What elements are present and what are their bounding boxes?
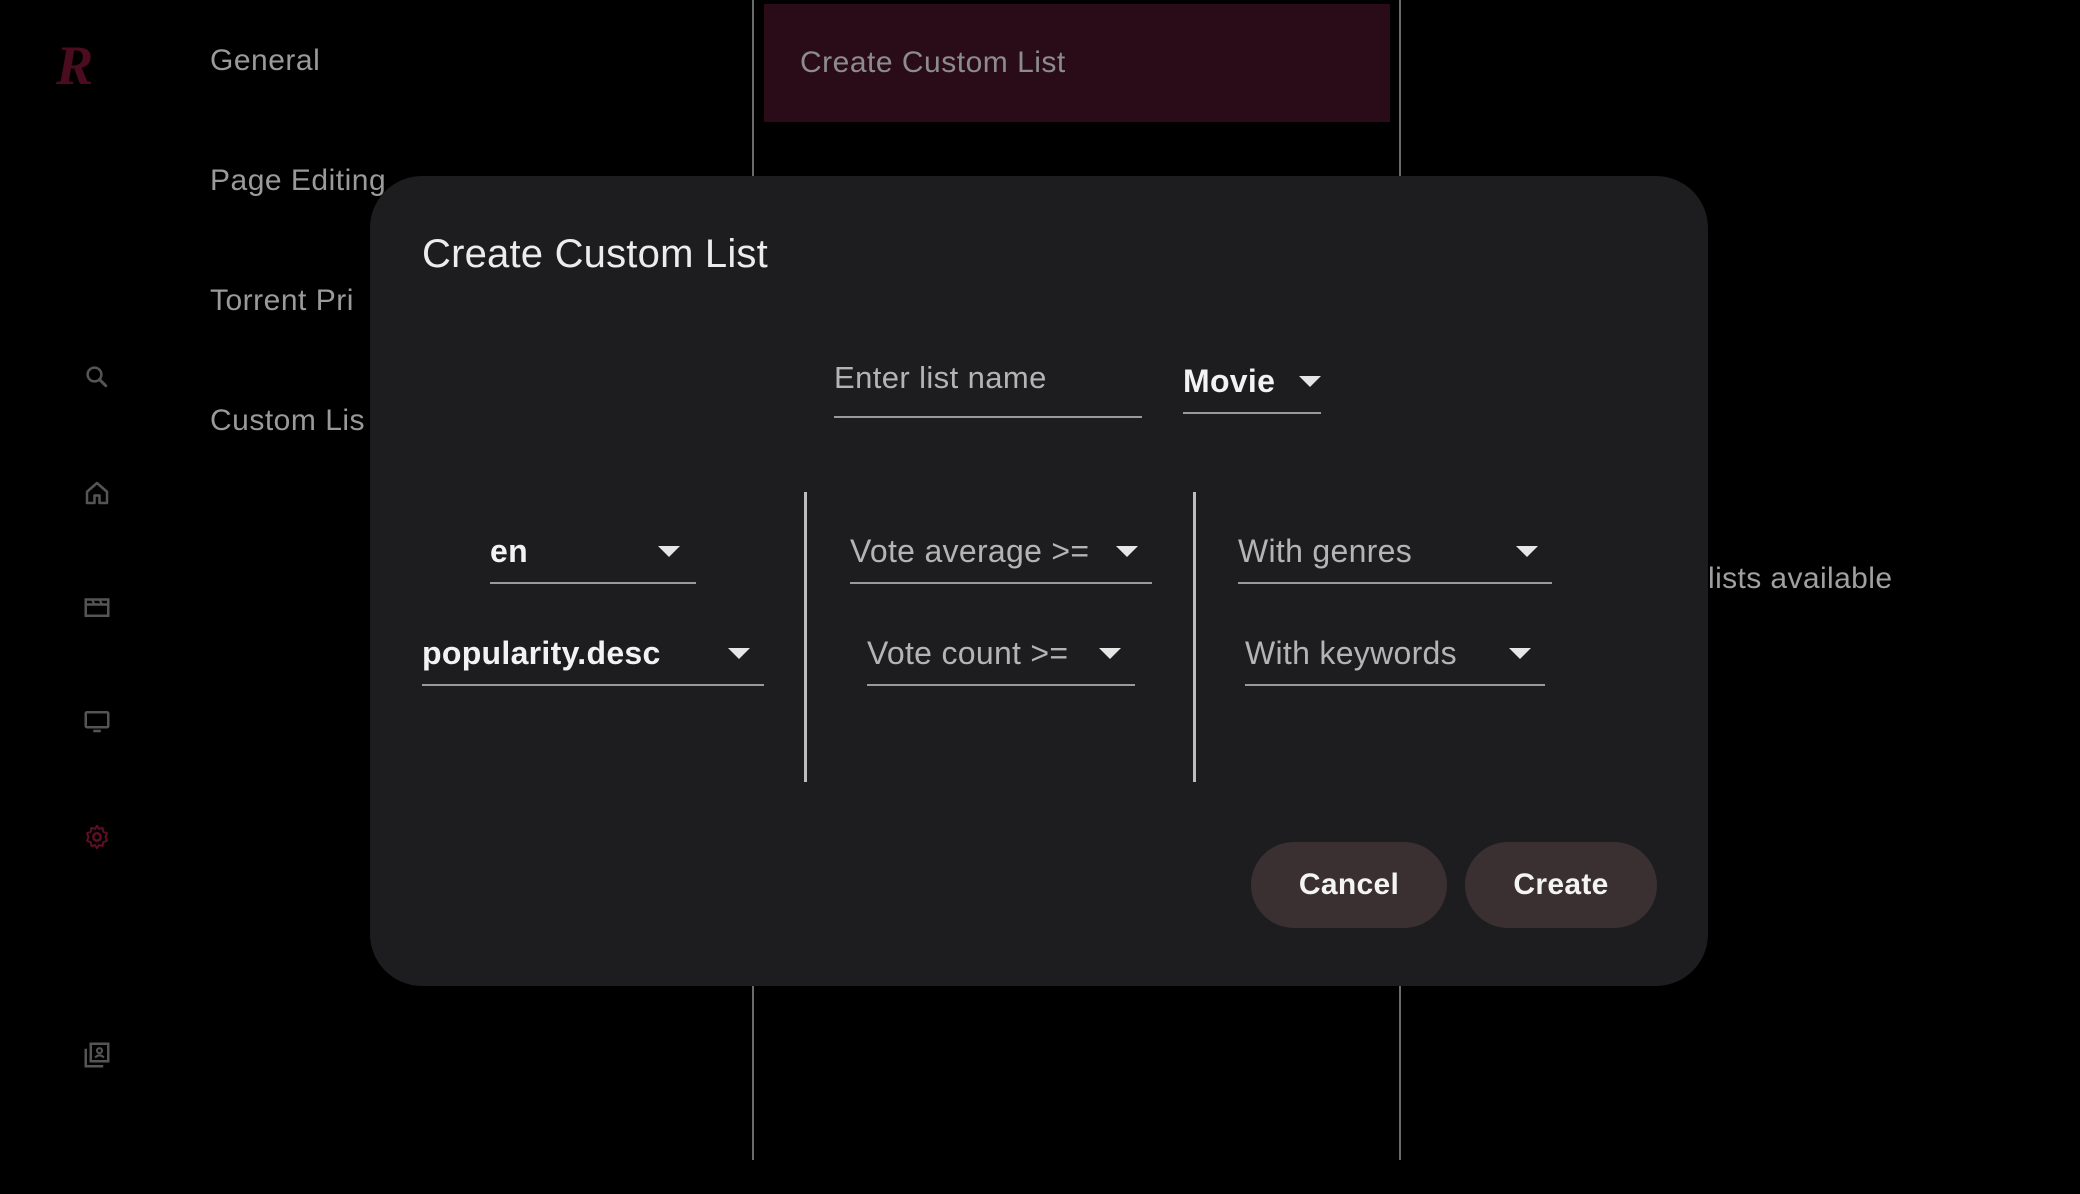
create-custom-list-button[interactable]: Create Custom List [764,4,1390,122]
create-custom-list-label: Create Custom List [800,46,1066,79]
settings-icon[interactable] [80,820,114,854]
cancel-button[interactable]: Cancel [1251,842,1447,928]
sort-by-value: popularity.desc [422,634,661,671]
search-icon[interactable] [80,360,114,394]
column-divider-1 [804,492,807,782]
sort-by-select[interactable]: popularity.desc [422,622,764,686]
list-name-input[interactable] [834,348,1142,408]
chevron-down-icon [1299,375,1321,387]
dialog-title: Create Custom List [422,232,768,276]
keywords-hint: With keywords [1245,634,1457,671]
chevron-down-icon [1116,545,1138,557]
settings-nav-torrent-priority[interactable]: Torrent Pri [210,284,354,318]
settings-nav-general[interactable]: General [210,44,320,78]
chevron-down-icon [1516,545,1538,557]
create-custom-list-dialog: Create Custom List Movie en popularity.d… [370,176,1708,986]
vote-count-hint: Vote count >= [867,634,1069,671]
vote-count-select[interactable]: Vote count >= [867,622,1135,686]
settings-nav-custom-lists[interactable]: Custom Lis [210,404,365,438]
chevron-down-icon [728,647,750,659]
genres-select[interactable]: With genres [1238,520,1552,584]
chevron-down-icon [658,545,680,557]
empty-lists-message: lists available [1708,562,1893,595]
chevron-down-icon [1509,647,1531,659]
app-logo: R [52,34,108,97]
vote-average-hint: Vote average >= [850,532,1090,569]
chevron-down-icon [1099,647,1121,659]
media-type-value: Movie [1183,362,1276,399]
svg-text:R: R [55,35,93,94]
home-icon[interactable] [80,476,114,510]
keywords-select[interactable]: With keywords [1245,622,1545,686]
app-screen: R General Page Editing Torrent Pri Custo… [0,0,2080,1194]
genres-hint: With genres [1238,532,1413,569]
column-divider-2 [1193,492,1196,782]
language-value: en [490,532,528,569]
media-type-select[interactable]: Movie [1183,350,1321,414]
language-select[interactable]: en [490,520,696,584]
vote-average-select[interactable]: Vote average >= [850,520,1152,584]
library-icon[interactable] [80,1038,114,1072]
tv-icon[interactable] [80,704,114,738]
movie-icon[interactable] [80,590,114,624]
settings-nav-page-editing[interactable]: Page Editing [210,164,386,198]
list-name-field[interactable] [834,348,1142,418]
create-button[interactable]: Create [1465,842,1657,928]
